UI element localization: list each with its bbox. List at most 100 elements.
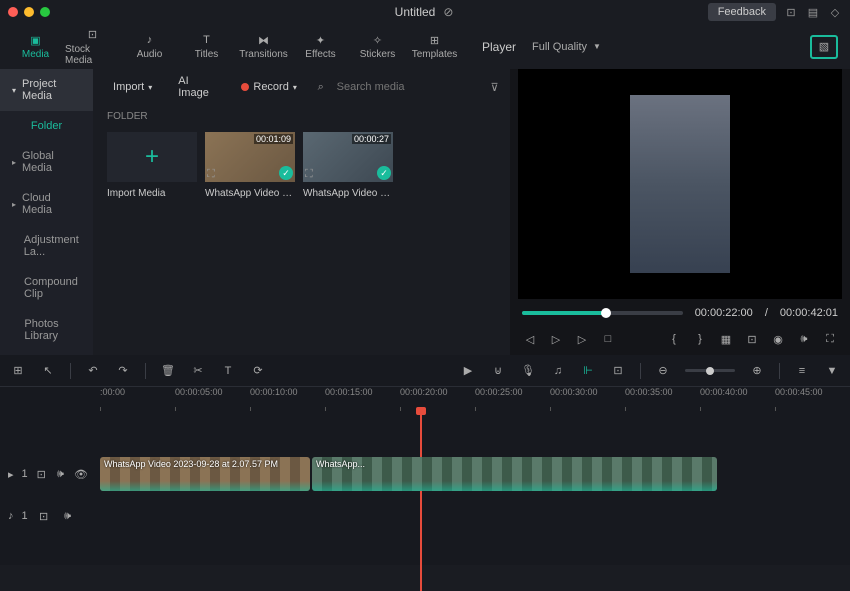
plus-icon: + [145,143,159,171]
voiceover-icon[interactable]: 🎙 [520,363,536,379]
mark-out-icon[interactable]: } [692,331,708,347]
text-icon[interactable]: T [220,363,236,379]
sidebar-cloud-media[interactable]: ▸ Cloud Media [0,183,93,225]
media-sidebar: ▾ Project Media Folder ▸ Global Media ▸ … [0,69,93,355]
audio-track[interactable]: ♪ 1 ⊡ 🕪 [100,497,850,535]
sidebar-compound-clip[interactable]: Compound Clip [0,267,93,309]
save-icon[interactable]: ▤ [806,5,820,19]
tab-templates[interactable]: ⊞ Templates [407,26,462,67]
chevron-down-icon: ▾ [293,83,297,92]
settings-icon[interactable]: ▼ [824,363,840,379]
stickers-icon: ✧ [369,33,387,47]
screen-icon[interactable]: ⊡ [784,5,798,19]
mark-in-icon[interactable]: { [666,331,682,347]
audio-mix-icon[interactable]: ♫ [550,363,566,379]
timeline-toolbar: ⊞ ↖ ↶ ↷ 🗑 ✂ T ⟳ ▶ ⊍ 🎙 ♫ ⊩ ⊡ ⊖ ⊕ ≡ ▼ [0,355,850,387]
stop-icon[interactable]: □ [600,331,616,347]
quality-select[interactable]: Full Quality ▼ [532,41,601,53]
display-icon[interactable]: ⊡ [744,331,760,347]
lock-icon[interactable]: ⊡ [36,508,52,524]
player-panel: 00:00:22:00 / 00:00:42:01 ◁ ▷ ▷ □ { } ▦ … [510,69,850,355]
split-icon[interactable]: ✂ [190,363,206,379]
layout-icon[interactable]: ⊞ [10,363,26,379]
volume-icon[interactable]: 🕪 [796,331,812,347]
magnet-icon[interactable]: ⊩ [580,363,596,379]
stock-icon: ⊡ [84,28,102,42]
fullscreen-icon[interactable]: ⛶ [822,331,838,347]
play-icon[interactable]: ▷ [574,331,590,347]
zoom-slider[interactable] [685,369,735,372]
visibility-icon[interactable]: 👁 [74,466,88,482]
tab-stickers[interactable]: ✧ Stickers [350,26,405,67]
chevron-right-icon: ▸ [12,200,16,209]
timeline-panel: ⊞ ↖ ↶ ↷ 🗑 ✂ T ⟳ ▶ ⊍ 🎙 ♫ ⊩ ⊡ ⊖ ⊕ ≡ ▼ :00:… [0,355,850,565]
chevron-right-icon: ▸ [12,158,16,167]
video-track[interactable]: ▸ 1 ⊡ 🕪 👁 WhatsApp Video 2023-09-28 at 2… [100,455,850,493]
player-header: Player Full Quality ▼ ▧ [470,24,850,69]
undo-icon[interactable]: ↶ [85,363,101,379]
search-input[interactable] [337,81,479,93]
tab-stock-media[interactable]: ⊡ Stock Media [65,26,120,67]
tab-effects[interactable]: ✦ Effects [293,26,348,67]
ai-image-button[interactable]: AI Image [170,71,223,103]
pointer-icon[interactable]: ↖ [40,363,56,379]
minimize-icon[interactable] [24,7,34,17]
grid-icon[interactable]: ▦ [718,331,734,347]
camera-icon[interactable]: ◉ [770,331,786,347]
render-icon[interactable]: ▶ [460,363,476,379]
mute-icon[interactable]: 🕪 [55,466,66,482]
seek-slider[interactable] [522,311,683,315]
timeline-tracks: ✂ ▸ 1 ⊡ 🕪 👁 WhatsApp Video 2023-09-28 at… [0,411,850,535]
lock-icon[interactable]: ⊡ [36,466,47,482]
seek-thumb[interactable] [601,308,611,318]
media-grid: + Import Media 00:01:09 ⛶ ✓ WhatsApp Vid… [93,128,534,203]
sidebar-project-media[interactable]: ▾ Project Media [0,69,93,111]
current-time: 00:00:22:00 [695,307,753,319]
media-clip[interactable]: 00:01:09 ⛶ ✓ WhatsApp Video 202... [205,132,295,199]
video-preview[interactable] [518,69,842,299]
record-button[interactable]: Record ▾ [233,77,304,97]
marker-icon[interactable]: ⊍ [490,363,506,379]
close-icon[interactable] [8,7,18,17]
redo-icon[interactable]: ↷ [115,363,131,379]
tab-titles[interactable]: T Titles [179,26,234,67]
media-toolbar: Import ▾ AI Image Record ▾ ⌕ ⊽ ⋯ [93,69,534,105]
crop-icon[interactable]: ⟳ [250,363,266,379]
zoom-out-icon[interactable]: ⊖ [655,363,671,379]
feedback-button[interactable]: Feedback [708,3,776,21]
import-button[interactable]: Import ▾ [105,77,160,97]
sidebar-folder[interactable]: Folder [0,111,93,141]
snapshot-button[interactable]: ▧ [810,35,838,59]
timeline-clip[interactable]: WhatsApp Video 2023-09-28 at 2.07.57 PM [100,457,310,491]
zoom-in-icon[interactable]: ⊕ [749,363,765,379]
tab-audio[interactable]: ♪ Audio [122,26,177,67]
export-icon[interactable]: ◇ [828,5,842,19]
mute-icon[interactable]: 🕪 [60,508,76,524]
chevron-down-icon: ▼ [593,42,601,51]
maximize-icon[interactable] [40,7,50,17]
tab-media[interactable]: ▣ Media [8,26,63,67]
player-label: Player [482,40,516,54]
import-media-tile[interactable]: + Import Media [107,132,197,199]
chevron-down-icon: ▾ [12,86,16,95]
media-clip[interactable]: 00:00:27 ⛶ ✓ WhatsApp Video 202... [303,132,393,199]
sidebar-global-media[interactable]: ▸ Global Media [0,141,93,183]
titles-icon: T [198,33,216,47]
tab-transitions[interactable]: ⧓ Transitions [236,26,291,67]
search-icon: ⌕ [315,80,327,94]
next-frame-icon[interactable]: ▷ [548,331,564,347]
total-time: 00:00:42:01 [780,307,838,319]
effects-icon: ✦ [312,33,330,47]
check-icon: ✓ [377,166,391,180]
filter-icon[interactable]: ⊽ [489,80,501,94]
link-icon[interactable]: ⊡ [610,363,626,379]
cloud-sync-icon: ⊘ [441,5,455,19]
sidebar-adjustment-layer[interactable]: Adjustment La... [0,225,93,267]
delete-icon[interactable]: 🗑 [160,363,176,379]
track-size-icon[interactable]: ≡ [794,363,810,379]
media-icon: ▣ [27,33,45,47]
timeline-clip[interactable]: WhatsApp... [312,457,717,491]
sidebar-photos-library[interactable]: Photos Library [0,309,93,351]
templates-icon: ⊞ [426,33,444,47]
prev-frame-icon[interactable]: ◁ [522,331,538,347]
